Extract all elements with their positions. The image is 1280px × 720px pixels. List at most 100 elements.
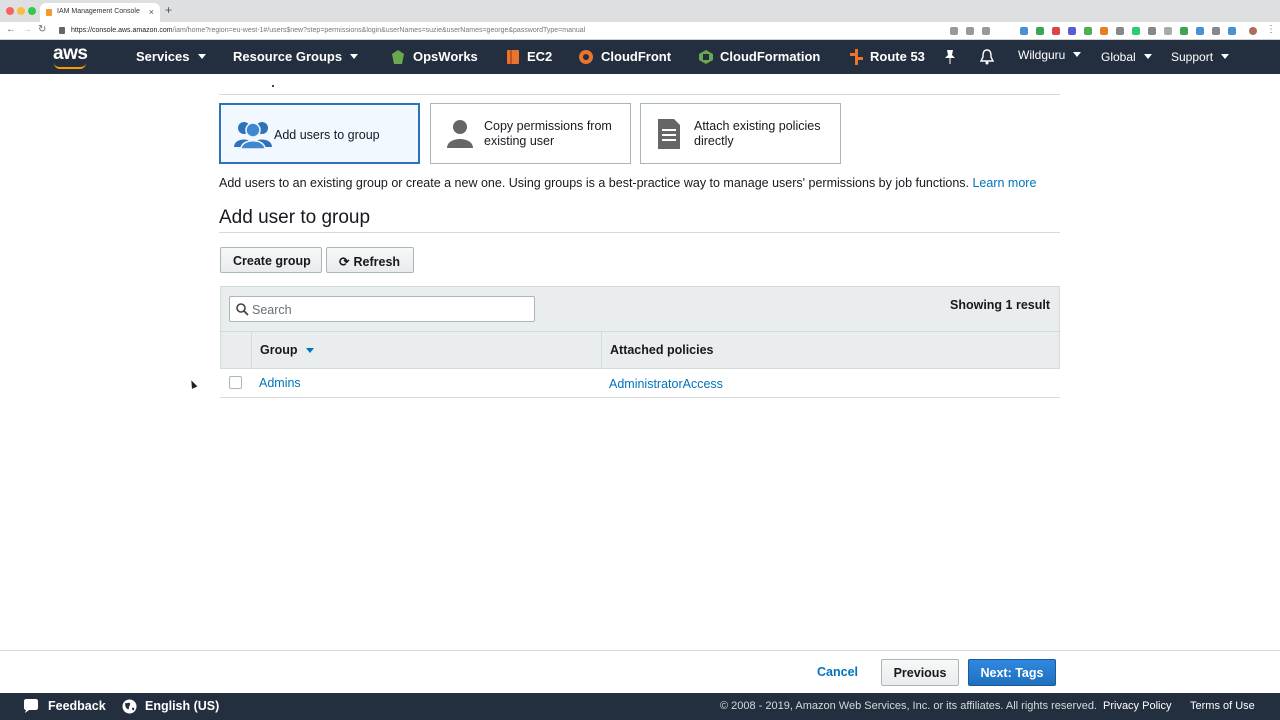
resource-groups-menu[interactable]: Resource Groups xyxy=(233,49,359,64)
chevron-down-icon xyxy=(1143,54,1152,59)
chevron-down-icon xyxy=(1221,54,1230,59)
extension-icon[interactable] xyxy=(1196,27,1204,35)
mouse-cursor xyxy=(188,379,198,389)
cancel-button[interactable]: Cancel xyxy=(817,665,858,679)
close-window-icon[interactable] xyxy=(6,7,14,15)
forward-icon[interactable]: → xyxy=(22,24,32,35)
extension-icon[interactable] xyxy=(1100,27,1108,35)
search-input[interactable]: Search xyxy=(229,296,535,322)
minimize-window-icon[interactable] xyxy=(17,7,25,15)
previous-button[interactable]: Previous xyxy=(881,659,959,686)
policy-link[interactable]: AdministratorAccess xyxy=(609,377,723,391)
shortcut-route53[interactable]: Route 53 xyxy=(870,49,925,64)
option-copy-permissions[interactable]: Copy permissions from existing user xyxy=(430,103,631,164)
star-icon[interactable] xyxy=(982,27,990,35)
pin-icon[interactable] xyxy=(942,49,958,65)
reload-icon[interactable]: ↻ xyxy=(38,24,46,35)
chevron-down-icon xyxy=(197,54,206,59)
cloudfront-icon xyxy=(579,50,593,64)
extension-icon[interactable] xyxy=(1020,27,1028,35)
feedback-icon xyxy=(24,699,38,713)
extension-icon[interactable] xyxy=(1212,27,1220,35)
create-group-button[interactable]: Create group xyxy=(220,247,322,273)
search-placeholder: Search xyxy=(252,303,292,317)
extension-icon[interactable] xyxy=(1164,27,1172,35)
address-bar: ← → ↻ https://console.aws.amazon.com/iam… xyxy=(0,22,1280,40)
favicon-icon xyxy=(46,9,52,16)
extension-icon[interactable] xyxy=(1180,27,1188,35)
table-header: Group Attached policies xyxy=(220,332,1060,369)
console-footer: Feedback English (US) © 2008 - 2019, Ama… xyxy=(0,693,1280,720)
browser-tab-bar: IAM Management Console × + xyxy=(0,0,1280,22)
next-tags-button[interactable]: Next: Tags xyxy=(968,659,1056,686)
account-menu[interactable]: Wildguru xyxy=(1018,48,1082,62)
shortcut-opsworks[interactable]: OpsWorks xyxy=(413,49,478,64)
sort-down-icon xyxy=(305,348,314,353)
browser-tab[interactable]: IAM Management Console × xyxy=(40,3,160,22)
extension-icon[interactable] xyxy=(1036,27,1044,35)
extension-icon[interactable] xyxy=(1052,27,1060,35)
globe-icon xyxy=(122,699,137,714)
zoom-icon[interactable] xyxy=(966,27,974,35)
option-label: Add users to group xyxy=(274,128,380,142)
lock-icon xyxy=(59,27,65,34)
new-tab-icon[interactable]: + xyxy=(165,3,172,17)
extension-icon[interactable] xyxy=(1068,27,1076,35)
privacy-policy-link[interactable]: Privacy Policy xyxy=(1103,700,1171,712)
shortcut-ec2[interactable]: EC2 xyxy=(527,49,552,64)
key-icon[interactable] xyxy=(950,27,958,35)
opsworks-icon xyxy=(392,50,404,64)
option-attach-policies[interactable]: Attach existing policies directly xyxy=(640,103,841,164)
result-count: Showing 1 result xyxy=(949,298,1050,312)
extension-icon[interactable] xyxy=(1132,27,1140,35)
terms-of-use-link[interactable]: Terms of Use xyxy=(1190,700,1255,712)
aws-top-nav: aws Services Resource Groups OpsWorks EC… xyxy=(0,40,1280,74)
divider xyxy=(219,232,1060,233)
browser-menu-icon[interactable]: ⋮ xyxy=(1266,24,1276,35)
document-icon xyxy=(658,119,680,149)
copyright-text: © 2008 - 2019, Amazon Web Services, Inc.… xyxy=(720,700,1097,712)
extension-icon[interactable] xyxy=(1116,27,1124,35)
divider xyxy=(219,94,1060,95)
option-label: Attach existing policies directly xyxy=(694,119,821,148)
option-add-users-to-group[interactable]: Add users to group xyxy=(219,103,420,164)
services-menu[interactable]: Services xyxy=(136,49,206,64)
support-menu[interactable]: Support xyxy=(1171,50,1230,64)
aws-logo[interactable]: aws xyxy=(53,43,88,65)
group-link[interactable]: Admins xyxy=(259,376,301,390)
users-group-icon xyxy=(234,122,272,149)
region-menu[interactable]: Global xyxy=(1101,50,1152,64)
column-header-group[interactable]: Group xyxy=(260,343,314,357)
group-description: Add users to an existing group or create… xyxy=(219,176,1037,190)
refresh-icon: ⟳ xyxy=(339,255,350,269)
extension-icon[interactable] xyxy=(1228,27,1236,35)
row-checkbox[interactable] xyxy=(229,376,242,389)
table-row: Admins AdministratorAccess xyxy=(220,369,1060,398)
cloudformation-icon xyxy=(699,50,713,64)
extension-icon[interactable] xyxy=(1148,27,1156,35)
extension-icon[interactable] xyxy=(1084,27,1092,35)
tab-title: IAM Management Console xyxy=(57,8,140,15)
aws-logo-smile xyxy=(54,63,86,69)
chevron-down-icon xyxy=(1073,52,1082,57)
search-icon xyxy=(236,303,249,316)
shortcut-cloudfront[interactable]: CloudFront xyxy=(601,49,671,64)
user-icon xyxy=(447,120,473,148)
bell-icon[interactable] xyxy=(979,49,995,65)
ec2-icon xyxy=(507,50,519,64)
route53-icon xyxy=(850,49,863,65)
url-field[interactable]: https://console.aws.amazon.com/iam/home?… xyxy=(71,27,585,34)
chevron-down-icon xyxy=(350,54,359,59)
feedback-link[interactable]: Feedback xyxy=(48,699,106,713)
shortcut-cloudformation[interactable]: CloudFormation xyxy=(720,49,820,64)
learn-more-link[interactable]: Learn more xyxy=(972,176,1036,190)
language-selector[interactable]: English (US) xyxy=(145,699,219,713)
option-label: Copy permissions from existing user xyxy=(484,119,612,148)
section-title: Add user to group xyxy=(219,207,371,228)
tab-close-icon[interactable]: × xyxy=(149,7,154,17)
profile-avatar[interactable] xyxy=(1249,27,1257,35)
column-header-policies: Attached policies xyxy=(610,343,714,357)
back-icon[interactable]: ← xyxy=(6,24,16,35)
refresh-button[interactable]: ⟳ Refresh xyxy=(326,247,414,273)
maximize-window-icon[interactable] xyxy=(28,7,36,15)
